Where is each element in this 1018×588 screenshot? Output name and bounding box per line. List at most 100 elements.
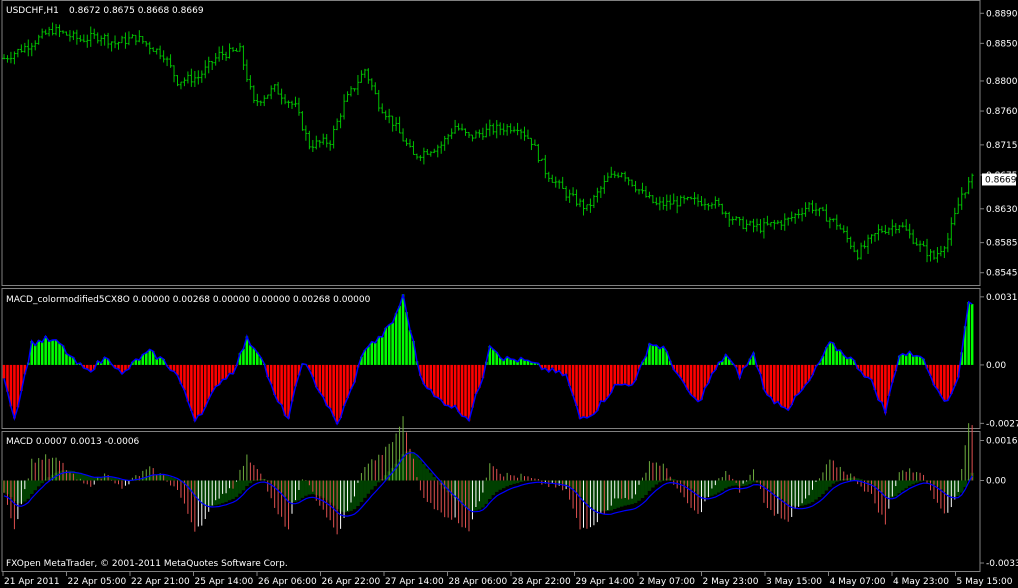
price-bar: [835, 214, 839, 230]
price-bar: [883, 224, 887, 235]
macd-color-bar: [367, 346, 370, 365]
time-tick-label: 3 May 15:00: [766, 577, 822, 587]
price-tick-label: 0.8545: [986, 269, 1018, 279]
price-bar: [536, 143, 540, 163]
price-bar: [935, 247, 939, 263]
price-bar: [824, 204, 828, 222]
price-bar: [922, 241, 926, 247]
price-bar: [325, 134, 329, 148]
price-bar: [821, 206, 825, 212]
price-bar: [963, 192, 967, 199]
macd-color-bar: [54, 339, 58, 365]
macd-signal-bar: [505, 480, 509, 487]
price-bar: [297, 97, 301, 116]
price-bar: [602, 175, 606, 194]
price-bar: [842, 225, 846, 234]
price-bar: [280, 88, 284, 105]
macd-signal-bar: [717, 480, 721, 493]
price-bar: [752, 218, 756, 233]
price-bar: [915, 237, 919, 246]
price-bar: [762, 217, 766, 239]
price-bar: [314, 135, 318, 150]
macd-color-bar: [321, 364, 325, 397]
price-bar: [887, 227, 891, 235]
price-bar: [543, 154, 547, 179]
price-bar: [141, 36, 145, 44]
macd-signal-bar: [526, 480, 530, 481]
price-bar: [970, 173, 974, 189]
macd-signal-bar: [723, 480, 728, 489]
macd-color-bar: [450, 364, 453, 409]
price-bar: [804, 202, 808, 217]
macd-signal-bar: [821, 480, 825, 495]
price-bar: [897, 224, 901, 234]
price-bar: [616, 172, 620, 179]
macd-color-bar: [335, 364, 339, 425]
macd-color-bar: [203, 364, 207, 408]
price-bar: [488, 119, 492, 137]
macd-signal-bar: [751, 480, 756, 483]
price-bar: [575, 189, 579, 207]
macd-signal-bar: [835, 480, 839, 482]
price-bar: [561, 176, 565, 190]
macd-color-bar: [432, 364, 436, 397]
price-bar: [307, 130, 311, 150]
macd-color-bar: [467, 364, 471, 421]
macd-color-bar: [429, 364, 433, 390]
macd-color-bar: [387, 324, 391, 365]
price-bar: [908, 223, 912, 239]
price-bar: [901, 222, 905, 228]
price-bar: [689, 196, 693, 200]
time-tick-label: 22 Apr 21:00: [131, 577, 190, 587]
chart-canvas: 0.88900.88500.88000.87600.87150.86750.86…: [1, 0, 1018, 587]
price-bar: [741, 216, 745, 230]
price-bar: [117, 41, 121, 50]
macd-signal-bar: [366, 480, 371, 494]
time-axis: 21 Apr 2011 22 Apr 05:00 22 Apr 21:00 25 Ap…: [2, 572, 1013, 587]
macd-signal-bar: [234, 480, 239, 497]
macd-color-bar: [682, 364, 686, 384]
time-tick-label: 21 Apr 2011: [4, 577, 60, 587]
macd-color-bar: [603, 364, 606, 402]
macd-color-bar: [596, 364, 599, 411]
price-bar: [540, 158, 544, 162]
macd-signal-bar: [241, 480, 246, 491]
price-bar: [186, 71, 190, 84]
macd-color-tick-label: -0.00273: [986, 419, 1018, 429]
price-bar: [731, 216, 735, 225]
time-tick-label: 2 May 07:00: [639, 577, 695, 587]
macd-color-bar: [384, 327, 387, 365]
price-bar: [148, 41, 152, 55]
macd-color-bar: [877, 364, 880, 401]
price-bar: [82, 34, 86, 43]
price-bar: [647, 191, 651, 199]
macd-color-bar: [398, 305, 401, 365]
macd-color-bar: [835, 350, 839, 365]
price-bar: [776, 220, 780, 225]
price-bar: [446, 133, 450, 145]
price-bar: [477, 129, 481, 138]
price-symbol: USDCHF,H1: [6, 6, 59, 16]
price-bar: [221, 45, 225, 60]
macd-color-bar: [446, 364, 450, 406]
macd-tick-label: -0.0033: [986, 559, 1018, 569]
macd-signal-bar: [730, 480, 735, 486]
price-bar: [33, 40, 37, 51]
macd-signal-bar: [831, 480, 836, 484]
price-bar: [366, 68, 370, 84]
macd-color-bar: [943, 364, 946, 402]
macd-color-bar: [40, 342, 44, 365]
macd-color-bar: [651, 345, 655, 365]
macd-signal-bar: [245, 480, 249, 486]
macd-color-bar: [328, 364, 332, 409]
price-bar: [870, 234, 873, 244]
macd-color-bar: [228, 364, 231, 374]
macd-color-y-axis: 0.00318 0.00 -0.00273: [980, 293, 1018, 429]
time-tick-label: 4 May 07:00: [830, 577, 886, 587]
price-bar: [269, 85, 273, 100]
price-bar: [925, 238, 929, 263]
price-bar: [547, 171, 551, 182]
macd-histogram: [2, 416, 974, 535]
price-bar: [443, 135, 447, 151]
macd-color-bar: [578, 364, 582, 419]
